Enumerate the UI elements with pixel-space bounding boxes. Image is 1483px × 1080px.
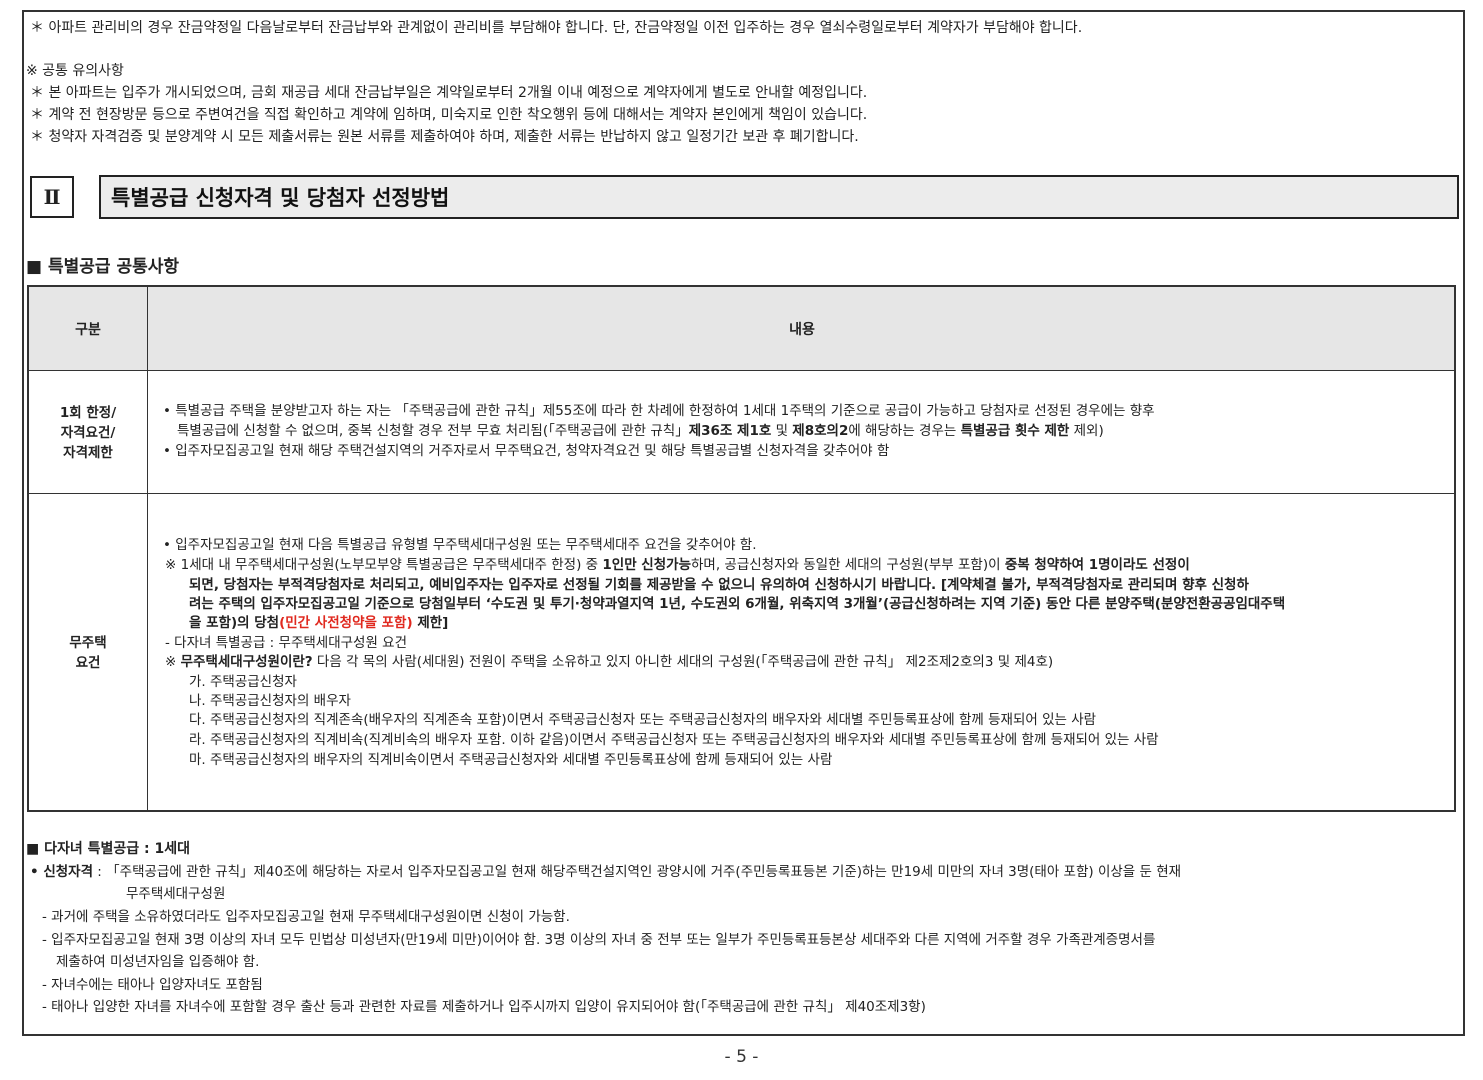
bold-span: 제8호의2 [792, 423, 849, 439]
notice-item: ＊ 청약자 자격검증 및 분양계약 시 모든 제출서류는 원본 서류를 제출하여… [30, 129, 859, 145]
bold-span: 무주택세대구성원이란? [180, 654, 313, 670]
header-category: 구분 [75, 322, 101, 338]
row2-text: 다. 주택공급신청자의 직계존속(배우자의 직계존속 포함)이면서 주택공급신청… [189, 712, 1097, 728]
section-title: 특별공급 신청자격 및 당첨자 선정방법 [99, 175, 1459, 219]
row1-text: • 입주자모집공고일 현재 해당 주택건설지역의 거주자로서 무주택요건, 청약… [163, 443, 890, 459]
row2-text: - 다자녀 특별공급 : 무주택세대구성원 요건 [165, 635, 408, 651]
row2-text: 가. 주택공급신청자 [189, 674, 297, 690]
qualification-text: : 「주택공급에 관한 규칙」제40조에 해당하는 자로서 입주자모집공고일 현… [93, 864, 1182, 880]
row-label-line: 자격요건/ [60, 425, 116, 441]
row2-text: 려는 주택의 입주자모집공고일 기준으로 당첨일부터 ‘수도권 및 투기·청약과… [189, 596, 1286, 612]
row-label-line: 무주택 [69, 635, 107, 651]
text-span: 하며, 공급신청자와 동일한 세대의 구성원(부부 포함)이 [691, 557, 1005, 573]
row2-text: 마. 주택공급신청자의 배우자의 직계비속이면서 주택공급신청자와 세대별 주민… [189, 752, 833, 768]
detail-item: - 과거에 주택을 소유하였더라도 입주자모집공고일 현재 무주택세대구성원이면… [42, 909, 570, 925]
multi-child-title: ■ 다자녀 특별공급 : 1세대 [26, 841, 190, 857]
row-label-limit: 1회 한정/ 자격요건/ 자격제한 [29, 403, 147, 463]
row2-text: ※ 무주택세대구성원이란? 다음 각 목의 사람(세대원) 전원이 주택을 소유… [165, 653, 1053, 673]
special-supply-common-table: 구분 내용 1회 한정/ 자격요건/ 자격제한 • 특별공급 주택을 분양받고자… [27, 285, 1456, 812]
row1-text: • 특별공급 주택을 분양받고자 하는 자는 「주택공급에 관한 규칙」제55조… [163, 403, 1155, 419]
bold-span: 제한] [412, 615, 449, 631]
text-span: ※ [165, 654, 181, 670]
header-content: 내용 [789, 322, 815, 338]
row-label-line: 요건 [75, 655, 101, 671]
detail-item: - 자녀수에는 태아나 입양자녀도 포함됨 [42, 977, 263, 993]
row-divider [29, 370, 1454, 371]
subsection-title: ■ 특별공급 공통사항 [26, 257, 180, 277]
text-span: 및 [771, 423, 793, 439]
red-span: (민간 사전청약을 포함) [279, 615, 413, 631]
bold-span: 을 포함)의 당첨 [189, 615, 280, 631]
common-notice-title: ※ 공통 유의사항 [26, 63, 124, 79]
text-span: 다음 각 목의 사람(세대원) 전원이 주택을 소유하고 있지 아니한 세대의 … [312, 654, 1054, 670]
page-number: - 5 - [724, 1047, 759, 1067]
row2-text: 라. 주택공급신청자의 직계비속(직계비속의 배우자 포함. 이하 같음)이면서… [189, 732, 1159, 748]
row2-text: • 입주자모집공고일 현재 다음 특별공급 유형별 무주택세대구성원 또는 무주… [163, 537, 757, 553]
text-span: 에 해당하는 경우는 [848, 423, 961, 439]
row-divider [29, 493, 1454, 494]
row-label-homeless: 무주택 요건 [29, 633, 147, 673]
detail-item: - 태아나 입양한 자녀를 자녀수에 포함할 경우 출산 등과 관련한 자료를 … [42, 999, 926, 1015]
bold-span: 제36조 제1호 [688, 423, 772, 439]
row2-text: 을 포함)의 당첨(민간 사전청약을 포함) 제한] [189, 614, 448, 634]
column-divider [147, 287, 148, 810]
maintenance-fee-note: ＊ 아파트 관리비의 경우 잔금약정일 다음날로부터 잔금납부와 관계없이 관리… [30, 20, 1083, 36]
notice-item: ＊ 계약 전 현장방문 등으로 주변여건을 직접 확인하고 계약에 임하며, 미… [30, 107, 868, 123]
text-span: 특별공급에 신청할 수 없으며, 중복 신청할 경우 전부 무효 처리됨(「주택… [177, 423, 689, 439]
qualification-line: 무주택세대구성원 [126, 886, 226, 902]
row-label-line: 1회 한정/ [59, 405, 117, 421]
text-span: 제외) [1069, 423, 1104, 439]
detail-item: 제출하여 미성년자임을 입증해야 함. [56, 954, 260, 970]
row2-text: ※ 1세대 내 무주택세대구성원(노부모부양 특별공급은 무주택세대주 한정) … [165, 556, 1190, 576]
row1-text: 특별공급에 신청할 수 없으며, 중복 신청할 경우 전부 무효 처리됨(「주택… [177, 422, 1104, 442]
notice-item: ＊ 본 아파트는 입주가 개시되었으며, 금회 재공급 세대 잔금납부일은 계약… [30, 85, 868, 101]
row2-text: 되면, 당첨자는 부적격당첨자로 처리되고, 예비입주자는 입주자로 선정될 기… [189, 577, 1249, 593]
row2-text: 나. 주택공급신청자의 배우자 [189, 693, 351, 709]
qualification-line: • 신청자격 : 「주택공급에 관한 규칙」제40조에 해당하는 자로서 입주자… [30, 862, 1181, 882]
text-span: ※ 1세대 내 무주택세대구성원(노부모부양 특별공급은 무주택세대주 한정) … [165, 557, 603, 573]
detail-item: - 입주자모집공고일 현재 3명 이상의 자녀 모두 민법상 미성년자(만19세… [42, 932, 1156, 948]
bold-span: 특별공급 횟수 제한 [960, 423, 1070, 439]
bold-span: 중복 청약하여 1명이라도 선정이 [1004, 557, 1190, 573]
row-label-line: 자격제한 [63, 445, 113, 461]
bold-span: 1인만 신청가능 [602, 557, 691, 573]
section-number: Ⅱ [30, 176, 74, 218]
qualification-label: • 신청자격 [30, 864, 94, 880]
